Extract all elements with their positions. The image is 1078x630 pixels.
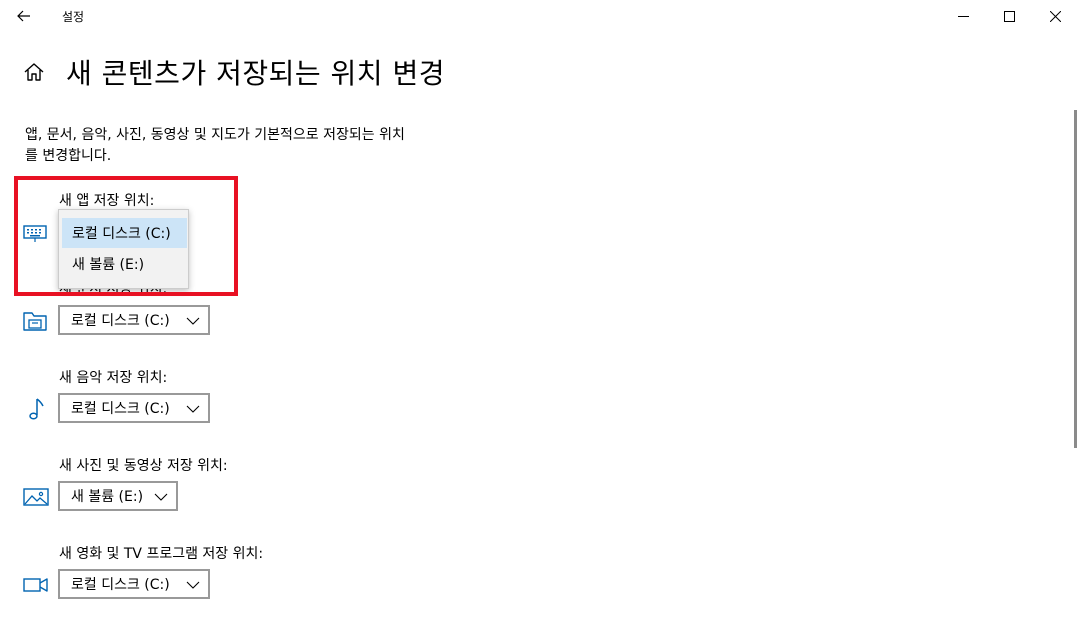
video-camera-icon <box>23 578 48 592</box>
close-button[interactable] <box>1032 0 1078 32</box>
minimize-button[interactable] <box>940 0 986 32</box>
movies-tv-location-select[interactable]: 로컬 디스크 (C:) <box>58 569 210 599</box>
page-title: 새 콘텐츠가 저장되는 위치 변경 <box>66 57 445 90</box>
music-location-value: 로컬 디스크 (C:) <box>71 401 170 417</box>
music-location-label: 새 음악 저장 위치: <box>59 370 168 386</box>
chevron-down-icon <box>154 493 168 501</box>
highlight-box <box>14 176 238 296</box>
folder-icon <box>23 312 47 331</box>
back-arrow-icon <box>17 10 30 22</box>
maximize-button[interactable] <box>986 0 1032 32</box>
page-description: 앱, 문서, 음악, 사진, 동영상 및 지도가 기본적으로 저장되는 위치 를… <box>25 125 485 167</box>
chevron-down-icon <box>186 317 200 325</box>
scrollbar[interactable] <box>1074 110 1077 448</box>
chevron-down-icon <box>186 581 200 589</box>
photos-videos-location-label: 새 사진 및 동영상 저장 위치: <box>59 458 228 474</box>
music-location-select[interactable]: 로컬 디스크 (C:) <box>58 393 210 423</box>
home-icon[interactable] <box>22 60 46 84</box>
maximize-icon <box>1003 10 1015 22</box>
app-title: 설정 <box>62 10 85 24</box>
movies-tv-location-value: 로컬 디스크 (C:) <box>71 577 170 593</box>
photos-videos-location-select[interactable]: 새 볼륨 (E:) <box>58 481 178 511</box>
minimize-icon <box>957 15 969 17</box>
description-line-1: 앱, 문서, 음악, 사진, 동영상 및 지도가 기본적으로 저장되는 위치 <box>25 127 405 143</box>
photos-videos-location-value: 새 볼륨 (E:) <box>71 489 144 505</box>
description-line-2: 를 변경합니다. <box>25 148 112 164</box>
chevron-down-icon <box>186 405 200 413</box>
title-bar: 설정 <box>0 0 1078 32</box>
music-note-icon <box>29 398 44 420</box>
back-button[interactable] <box>10 3 38 29</box>
movies-tv-location-label: 새 영화 및 TV 프로그램 저장 위치: <box>59 546 264 562</box>
documents-location-select[interactable]: 로컬 디스크 (C:) <box>58 305 210 335</box>
close-icon <box>1049 10 1061 22</box>
picture-icon <box>23 488 49 506</box>
documents-location-value: 로컬 디스크 (C:) <box>71 313 170 329</box>
